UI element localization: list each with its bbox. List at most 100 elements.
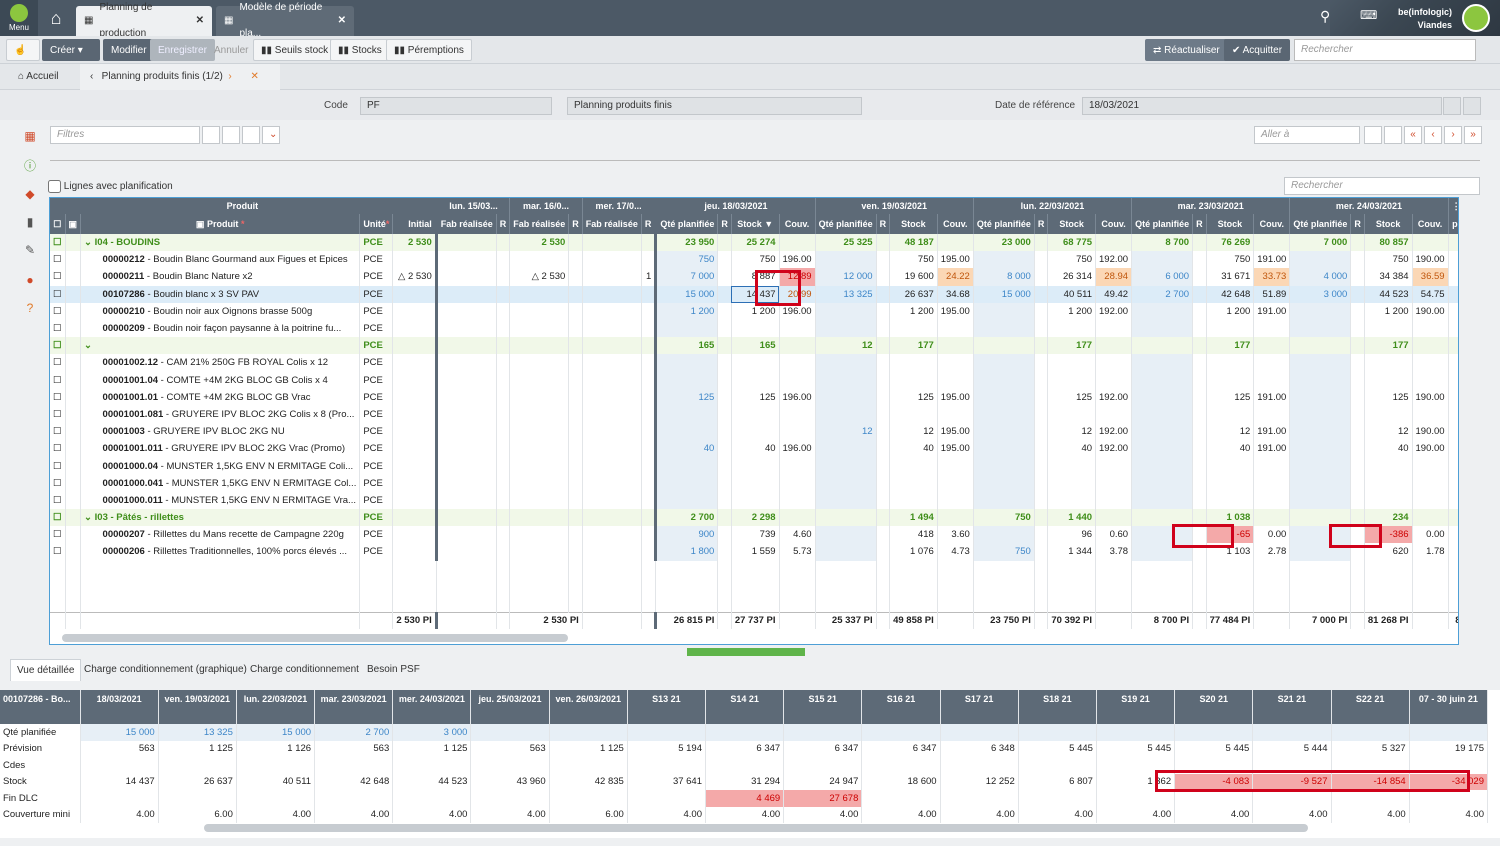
breadcrumb-home[interactable]: ⌂ Accueil [18, 64, 59, 90]
table-row[interactable]: ☐ 00001000.04 - MUNSTER 1,5KG ENV N ERMI… [50, 457, 1458, 475]
product-cell[interactable]: 00000209 - Boudin noir façon paysanne à … [80, 319, 361, 338]
last-page-icon[interactable]: » [1464, 126, 1482, 144]
column-menu-icon[interactable]: ⋮ [1448, 198, 1458, 214]
group-row[interactable]: ☐ ⌄ I03 - Pâtés - rillettes PCE 2 700 2 298 1… [50, 509, 1458, 527]
calendar-icon[interactable] [1364, 126, 1382, 144]
row-checkbox[interactable]: ☐ [50, 423, 66, 441]
qte-cell[interactable] [1131, 405, 1194, 424]
qte-cell[interactable] [973, 371, 1035, 389]
globe-icon[interactable] [1462, 4, 1490, 32]
info-icon[interactable]: ⓘ [22, 158, 38, 174]
qte-cell[interactable] [815, 371, 877, 389]
qte-cell[interactable]: 750 [655, 251, 719, 269]
qte-cell[interactable] [655, 354, 719, 372]
filters-input[interactable]: Filtres [50, 126, 200, 144]
qte-cell[interactable] [655, 371, 719, 389]
qte-cell[interactable] [1131, 354, 1194, 372]
qte-cell[interactable] [815, 474, 877, 492]
breadcrumb-current[interactable]: ‹ Planning produits finis (1/2) › ✕ [80, 64, 280, 90]
product-cell[interactable]: 00000211 - Boudin Blanc Nature x2 [80, 268, 361, 286]
wrench-icon[interactable]: ✎ [22, 242, 38, 258]
qte-cell[interactable] [1131, 371, 1194, 389]
row-checkbox[interactable]: ☐ [50, 474, 66, 492]
col-stock[interactable]: Stock ▼ [731, 214, 780, 234]
pointer-menu-button[interactable]: ☝ ▾ [6, 39, 40, 78]
clock-icon[interactable] [1384, 126, 1402, 144]
qte-cell[interactable] [1131, 302, 1194, 320]
filter-delete-icon[interactable] [242, 126, 260, 144]
qte-cell[interactable] [973, 491, 1035, 509]
qte-cell[interactable] [1131, 457, 1194, 475]
lines-checkbox[interactable]: Lignes avec planification [48, 180, 173, 193]
grid-search-input[interactable]: Rechercher [1284, 177, 1480, 195]
row-checkbox[interactable]: ☐ [50, 302, 66, 320]
table-row[interactable]: ☐ 00000210 - Boudin noir aux Oignons bra… [50, 302, 1458, 320]
group-label[interactable]: ⌄ I03 - Pâtés - rillettes [80, 509, 361, 527]
product-cell[interactable]: 00000206 - Rillettes Traditionnelles, 10… [80, 543, 361, 561]
qte-cell[interactable]: 23 950 [655, 234, 719, 252]
tab-charge-conditionnement[interactable]: Charge conditionnement [244, 659, 365, 681]
tab-planning[interactable]: ▦ Planning de production ✕ [76, 2, 212, 39]
qte-cell[interactable] [655, 474, 719, 492]
qte-cell[interactable] [815, 319, 877, 338]
qte-cell[interactable] [815, 251, 877, 269]
stocks-button[interactable]: ▮▮ Stocks [330, 39, 390, 61]
qte-cell[interactable] [973, 440, 1035, 458]
tab-vue-detaillee[interactable]: Vue détaillée [10, 659, 82, 681]
qte-cell[interactable] [1289, 371, 1352, 389]
qte-cell[interactable] [1289, 302, 1352, 320]
qte-cell[interactable] [1131, 251, 1194, 269]
qte-cell[interactable] [1289, 251, 1352, 269]
reactualiser-button[interactable]: ⇄ Réactualiser [1145, 39, 1228, 61]
qte-cell[interactable]: 165 [655, 337, 719, 355]
col-unite[interactable]: Unité* [359, 214, 394, 234]
qte-cell[interactable]: 2 700 [1131, 285, 1194, 303]
table-row[interactable]: ☐ 00001001.04 - COMTE +4M 2KG BLOC GB Co… [50, 371, 1458, 389]
qte-cell[interactable]: 12 000 [815, 268, 877, 286]
tab-besoin-psf[interactable]: Besoin PSF [361, 659, 426, 681]
paint-icon[interactable]: ◆ [22, 186, 38, 202]
qte-cell[interactable]: 900 [655, 526, 719, 544]
qte-cell[interactable]: 13 325 [815, 285, 877, 303]
collapse-icon[interactable]: ▣ [65, 214, 82, 234]
qte-cell[interactable] [973, 319, 1035, 338]
table-row[interactable]: ☐ 00000211 - Boudin Blanc Nature x2 PCE △ … [50, 268, 1458, 286]
global-search-input[interactable]: Rechercher [1294, 39, 1476, 61]
qte-cell[interactable] [1289, 457, 1352, 475]
qte-cell[interactable] [815, 491, 877, 509]
product-cell[interactable]: 00001001.04 - COMTE +4M 2KG BLOC GB Coli… [80, 371, 361, 389]
row-checkbox[interactable]: ☐ [50, 491, 66, 509]
row-checkbox[interactable]: ☐ [50, 388, 66, 406]
qte-cell[interactable] [973, 526, 1035, 544]
qte-cell[interactable] [1289, 405, 1352, 424]
calendar-icon[interactable]: ▦ [22, 128, 38, 144]
qte-cell[interactable]: 6 000 [1131, 268, 1194, 286]
search-tool-icon[interactable]: ⚲ [1320, 8, 1330, 25]
creer-button[interactable]: Créer ▾ [42, 39, 100, 61]
qte-cell[interactable] [815, 457, 877, 475]
qte-cell[interactable] [655, 319, 719, 338]
code-field[interactable]: PF [360, 97, 552, 115]
qte-cell[interactable] [1131, 388, 1194, 406]
row-checkbox[interactable]: ☐ [50, 337, 66, 355]
tab-charge-graphique[interactable]: Charge conditionnement (graphique) [78, 659, 253, 681]
qte-cell[interactable] [655, 423, 719, 441]
qte-cell[interactable] [1131, 543, 1194, 561]
table-row[interactable]: ☐ 00000212 - Boudin Blanc Gourmand aux F… [50, 251, 1458, 269]
product-cell[interactable]: 00001001.081 - GRUYERE IPV BLOC 2KG Coli… [80, 405, 361, 424]
qte-cell[interactable]: 25 325 [815, 234, 877, 252]
date-field[interactable]: 18/03/2021 [1082, 97, 1442, 115]
qte-cell[interactable] [973, 474, 1035, 492]
prev-page-icon[interactable]: ‹ [1424, 126, 1442, 144]
group-label[interactable]: ⌄ I04 - BOUDINS [80, 234, 361, 252]
table-row[interactable]: ☐ 00001001.081 - GRUYERE IPV BLOC 2KG Co… [50, 405, 1458, 424]
row-checkbox[interactable]: ☐ [50, 371, 66, 389]
horizontal-scrollbar[interactable] [62, 634, 568, 642]
table-row[interactable]: ☐ 00000207 - Rillettes du Mans recette d… [50, 526, 1458, 544]
qte-cell[interactable] [1131, 319, 1194, 338]
annuler-button[interactable]: Annuler [206, 39, 256, 61]
qte-cell[interactable]: 7 000 [1289, 234, 1352, 252]
table-row[interactable]: ☐ 00001001.01 - COMTE +4M 2KG BLOC GB Vr… [50, 388, 1458, 406]
tab-modele[interactable]: ▦ Modèle de période pla... ✕ [216, 2, 354, 39]
qte-cell[interactable] [1131, 337, 1194, 355]
